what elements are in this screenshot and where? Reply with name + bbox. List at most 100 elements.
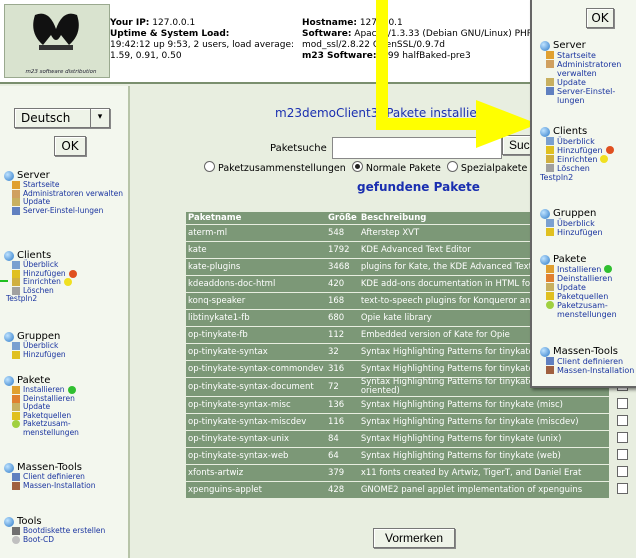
packages-icon bbox=[4, 375, 14, 386]
language-ok-button[interactable]: OK bbox=[54, 136, 86, 156]
language-value: Deutsch bbox=[21, 111, 71, 125]
package-size: 32 bbox=[325, 344, 359, 360]
menu-item-server-settings[interactable]: Server-Einstel-lungen bbox=[12, 205, 126, 216]
menu-item-label: Hinzufügen bbox=[23, 349, 66, 359]
add-icon bbox=[546, 146, 554, 154]
settings-icon bbox=[546, 87, 554, 95]
trash-icon bbox=[546, 164, 554, 172]
zoom-item-update[interactable]: Update bbox=[546, 78, 636, 87]
package-checkbox[interactable] bbox=[617, 449, 629, 460]
radio-normal[interactable] bbox=[351, 161, 363, 172]
package-checkbox[interactable] bbox=[617, 415, 629, 426]
mass-tools-icon bbox=[540, 346, 550, 357]
language-select[interactable]: Deutsch ▾ bbox=[14, 108, 110, 128]
zoom-item-pkg-update[interactable]: Update bbox=[546, 283, 636, 292]
home-icon bbox=[546, 51, 554, 59]
zoom-item-install[interactable]: Installieren bbox=[546, 265, 636, 274]
zoom-menu-massen-tools[interactable]: Massen-Tools bbox=[540, 346, 636, 357]
select-cell bbox=[609, 431, 636, 447]
zoom-menu-pakete[interactable]: Pakete bbox=[540, 254, 636, 265]
zoom-menu-massen-title: Massen-Tools bbox=[553, 346, 618, 357]
select-cell bbox=[609, 414, 636, 430]
groups-icon bbox=[4, 331, 14, 342]
package-checkbox[interactable] bbox=[617, 483, 629, 494]
overview-icon bbox=[546, 137, 554, 145]
m23-logo-icon bbox=[33, 13, 79, 50]
host-info: Hostname: 127.0.0.1 Software: Apache/1.3… bbox=[302, 18, 532, 62]
menu-item-label: Startseite bbox=[557, 51, 596, 60]
package-checkbox[interactable] bbox=[617, 432, 629, 443]
zoom-item-uninstall[interactable]: Deinstallieren bbox=[546, 274, 636, 283]
package-name: op-tinykate-fb bbox=[186, 327, 326, 343]
chevron-down-icon[interactable]: ▾ bbox=[90, 109, 109, 127]
zoom-item-startseite[interactable]: Startseite bbox=[546, 51, 636, 60]
zoom-item-admins[interactable]: Administratoren verwalten bbox=[546, 60, 636, 78]
radio-special[interactable] bbox=[446, 161, 458, 172]
software-line2: mod_ssl/2.8.22 OpenSSL/0.9.7d bbox=[302, 40, 446, 50]
menu-item-label: Massen-Installation bbox=[557, 366, 635, 375]
menu-item-groups-add[interactable]: Hinzufügen bbox=[12, 349, 126, 360]
zoom-item-clients-overview[interactable]: Überblick bbox=[546, 137, 636, 146]
menu-item-label: Deinstallieren bbox=[557, 274, 613, 283]
menu-item-selections[interactable]: Paketzusam-menstellungen bbox=[12, 419, 126, 437]
update-icon bbox=[12, 198, 20, 206]
zoom-item-selections[interactable]: Paketzusam-menstellungen bbox=[546, 301, 636, 319]
radio-selections[interactable] bbox=[204, 161, 215, 172]
package-checkbox[interactable] bbox=[617, 466, 629, 477]
search-label: Paketsuche bbox=[270, 143, 327, 154]
home-icon bbox=[12, 181, 20, 189]
menu-item-label: Paketzusam-menstellungen bbox=[557, 301, 617, 319]
zoom-menu-gruppen[interactable]: Gruppen bbox=[540, 208, 636, 219]
menu-item-label: Löschen bbox=[557, 164, 590, 173]
client-testpln2[interactable]: Testpln2 bbox=[4, 294, 126, 304]
package-description: Syntax Highlighting Patterns for tinykat… bbox=[358, 448, 610, 464]
setup-icon bbox=[12, 278, 20, 286]
menu-item-label: Server-Einstel-lungen bbox=[23, 205, 104, 215]
zoom-item-clients-setup[interactable]: Einrichten bbox=[546, 155, 636, 164]
table-row: xfonts-artwiz 379 x11 fonts created by Art… bbox=[186, 465, 636, 481]
zoom-item-mass-install[interactable]: Massen-Installation bbox=[546, 366, 636, 375]
menu-item-label: Einrichten bbox=[557, 155, 598, 164]
add-icon bbox=[546, 228, 554, 236]
menu-item-label: Paketquellen bbox=[557, 292, 609, 301]
package-description: x11 fonts created by Artwiz, TigerT, and… bbox=[358, 465, 610, 481]
table-row: op-tinykate-syntax-misc 136 Syntax Highlig… bbox=[186, 397, 636, 413]
zoom-menu-clients[interactable]: Clients bbox=[540, 126, 636, 137]
package-name: op-tinykate-syntax-miscdev bbox=[186, 414, 326, 430]
package-size: 680 bbox=[325, 310, 359, 326]
zoom-item-clients-delete[interactable]: Löschen bbox=[546, 164, 636, 173]
zoom-client-testpln2[interactable]: Testpln2 bbox=[540, 173, 636, 182]
zoom-item-groups-overview[interactable]: Überblick bbox=[546, 219, 636, 228]
zoom-ok-button[interactable]: OK bbox=[586, 8, 614, 28]
zoom-item-clients-add[interactable]: Hinzufügen bbox=[546, 146, 636, 155]
update-icon bbox=[546, 283, 554, 291]
ip-value: 127.0.0.1 bbox=[152, 18, 196, 28]
select-cell bbox=[609, 448, 636, 464]
column-header: Größe bbox=[325, 212, 359, 224]
menu-item-bootcd[interactable]: Boot-CD bbox=[12, 535, 126, 545]
zoom-item-groups-add[interactable]: Hinzufügen bbox=[546, 228, 636, 237]
pointer-arrow-icon bbox=[0, 280, 8, 282]
zoom-item-define-client[interactable]: Client definieren bbox=[546, 357, 636, 366]
logo-caption: m23 software distribution bbox=[25, 69, 97, 75]
clients-icon bbox=[4, 250, 14, 261]
table-row: op-tinykate-syntax-miscdev 116 Syntax High… bbox=[186, 414, 636, 430]
alert-icon bbox=[605, 146, 614, 154]
zoom-item-server-settings[interactable]: Server-Einstel-lungen bbox=[546, 87, 636, 105]
package-name: op-tinykate-syntax-misc bbox=[186, 397, 326, 413]
zoom-menu-server[interactable]: Server bbox=[540, 40, 636, 51]
menu-item-label: Update bbox=[557, 78, 586, 87]
clients-icon bbox=[540, 126, 550, 137]
radio-label-selections: Paketzusammenstellungen bbox=[218, 163, 346, 174]
menu-item-label: Server-Einstel-lungen bbox=[557, 87, 616, 105]
menu-item-label: Update bbox=[557, 283, 586, 292]
install-icon bbox=[12, 481, 20, 490]
zoom-item-sources[interactable]: Paketquellen bbox=[546, 292, 636, 301]
package-name: op-tinykate-syntax-unix bbox=[186, 431, 326, 447]
vormerken-button[interactable]: Vormerken bbox=[373, 528, 455, 548]
server-icon bbox=[540, 40, 550, 51]
menu-item-mass-install[interactable]: Massen-Installation bbox=[12, 481, 126, 491]
zoom-menu-gruppen-title: Gruppen bbox=[553, 208, 597, 219]
status-icon bbox=[67, 386, 76, 394]
package-checkbox[interactable] bbox=[617, 398, 629, 409]
